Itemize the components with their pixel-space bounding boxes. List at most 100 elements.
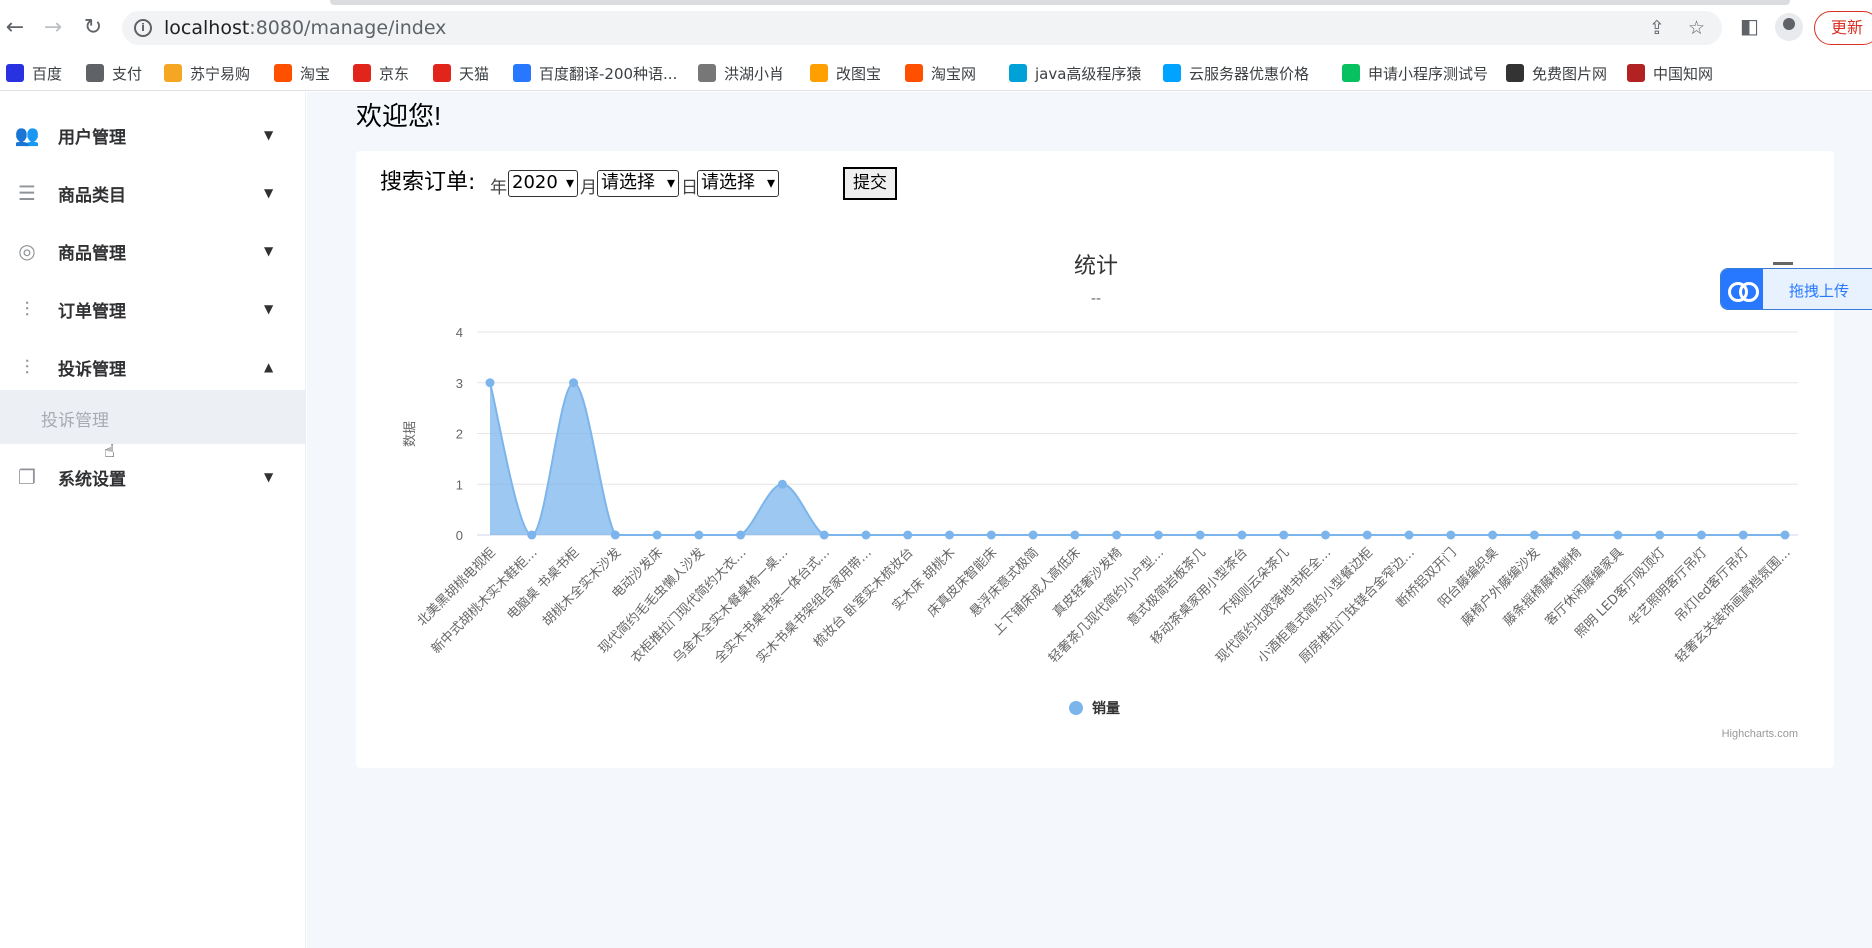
y-tick-label: 4 [456, 325, 463, 340]
bookmark-item[interactable]: 洪湖小肖 [698, 63, 784, 83]
bookmark-item[interactable]: 苏宁易购 [164, 63, 250, 83]
search-orders-label: 搜索订单: [380, 170, 476, 195]
address-url[interactable]: localhost:8080/manage/index [164, 17, 446, 39]
drag-upload-label: 拖拽上传 [1789, 282, 1850, 300]
chevron-down-icon: ▼ [264, 186, 274, 200]
data-point [1404, 530, 1414, 540]
data-point [1362, 530, 1372, 540]
chart-menu-icon[interactable] [1773, 262, 1793, 265]
browser-toolbar: ← → ↻ i localhost:8080/manage/index ⇪ ☆ … [0, 0, 1872, 55]
data-point [1780, 530, 1790, 540]
data-point [1529, 530, 1539, 540]
bookmark-item[interactable]: 支付 [86, 63, 142, 83]
bookmark-item[interactable]: 百度翻译-200种语... [513, 63, 677, 83]
share-icon[interactable]: ⇪ [1649, 17, 1665, 39]
url-path: :8080/manage/index [249, 17, 447, 39]
day-select[interactable]: 请选择 [697, 170, 779, 197]
bookmark-label: java高级程序猿 [1035, 64, 1142, 83]
data-point [1153, 530, 1163, 540]
reload-icon[interactable]: ↻ [78, 12, 108, 42]
bookmark-item[interactable]: 改图宝 [810, 63, 881, 83]
y-tick-label: 3 [456, 376, 463, 391]
chart-credit: Highcharts.com [1722, 728, 1798, 740]
data-point [485, 378, 495, 388]
sidebar-item[interactable]: ⫶ 投诉管理 ▲ [0, 338, 306, 396]
bookmark-label: 洪湖小肖 [724, 64, 785, 83]
month-select[interactable]: 请选择 [597, 170, 679, 197]
profile-avatar[interactable] [1775, 13, 1803, 41]
welcome-heading: 欢迎您! [356, 101, 442, 131]
bookmark-item[interactable]: 百度 [6, 63, 62, 83]
chevron-down-icon: ▼ [264, 244, 274, 258]
day-label: 日 [681, 178, 698, 198]
bookmark-label: 淘宝 [300, 64, 331, 83]
bookmark-label: 云服务器优惠价格 [1189, 64, 1310, 83]
data-point [1655, 530, 1665, 540]
sidebar-item[interactable]: ❐ 系统设置 ▼ [0, 448, 306, 506]
bookmark-label: 百度翻译-200种语... [539, 64, 678, 83]
bookmarks-bar: 百度 支付 苏宁易购 淘宝 京东 天猫 百度翻译-200种语... 洪湖小肖 改图宝 淘宝网 jav… [0, 55, 1872, 91]
sidebar-subitem-complaints[interactable]: 投诉管理 [0, 390, 306, 444]
data-point [903, 530, 913, 540]
bookmark-favicon-icon [353, 64, 371, 82]
legend-label: 销量 [1092, 700, 1120, 717]
data-point [610, 530, 620, 540]
aperture-icon: ◎ [18, 239, 36, 263]
year-label: 年 [490, 178, 507, 198]
bookmark-item[interactable]: 京东 [353, 63, 409, 83]
sidebar-item[interactable]: ☰ 商品类目 ▼ [0, 164, 306, 222]
update-button[interactable]: 更新 [1814, 11, 1872, 45]
list-icon: ☰ [18, 181, 36, 205]
data-point [1613, 530, 1623, 540]
sidebar-item[interactable]: 👥 用户管理 ▼ [0, 106, 306, 164]
data-point [1738, 530, 1748, 540]
year-select[interactable]: 2020 [508, 170, 578, 197]
bookmark-label: 苏宁易购 [190, 64, 251, 83]
address-bar[interactable]: i localhost:8080/manage/index ⇪ ☆ [122, 11, 1722, 45]
data-point [694, 530, 704, 540]
bookmark-item[interactable]: 中国知网 [1627, 63, 1713, 83]
chevron-down-icon: ▼ [264, 302, 274, 316]
bookmark-item[interactable]: 淘宝网 [905, 63, 976, 83]
x-tick-label: 电脑桌 书桌书柜 [504, 545, 582, 623]
tab-strip [330, 0, 1790, 5]
drag-upload-widget[interactable]: 拖拽上传 [1720, 268, 1872, 310]
sidebar-item-label: 系统设置 [58, 469, 126, 490]
series-area [490, 382, 1785, 535]
side-panel-icon[interactable]: ◧ [1740, 14, 1759, 38]
sidebar-item[interactable]: ⫶ 订单管理 ▼ [0, 280, 306, 338]
data-point [736, 530, 746, 540]
sidebar-item-label: 订单管理 [58, 301, 126, 322]
chart-subtitle: -- [1091, 290, 1101, 307]
data-point [1696, 530, 1706, 540]
site-info-icon[interactable]: i [134, 19, 152, 37]
bookmark-favicon-icon [274, 64, 292, 82]
copy-icon: ❐ [18, 465, 36, 489]
data-point [861, 530, 871, 540]
y-axis-label: 数据 [402, 421, 417, 447]
x-tick-label: 藤条摇椅藤椅躺椅 [1500, 545, 1585, 630]
data-point [986, 530, 996, 540]
bookmark-star-icon[interactable]: ☆ [1688, 17, 1705, 39]
bookmark-label: 天猫 [459, 64, 490, 83]
bookmark-item[interactable]: 天猫 [433, 63, 489, 83]
sidebar-item-label: 商品管理 [58, 243, 126, 264]
bookmark-item[interactable]: 免费图片网 [1506, 63, 1607, 83]
bookmark-label: 免费图片网 [1532, 64, 1608, 83]
back-icon[interactable]: ← [0, 12, 30, 42]
bookmark-item[interactable]: java高级程序猿 [1009, 63, 1141, 83]
bookmark-item[interactable]: 云服务器优惠价格 [1163, 63, 1309, 83]
sidebar-item-label: 商品类目 [58, 185, 126, 206]
month-label: 月 [580, 178, 597, 198]
sidebar-subitem-label: 投诉管理 [41, 411, 109, 431]
forward-icon[interactable]: → [38, 12, 68, 42]
submit-button[interactable]: 提交 [843, 167, 897, 200]
bookmark-item[interactable]: 淘宝 [274, 63, 330, 83]
bookmark-favicon-icon [433, 64, 451, 82]
data-point [569, 378, 579, 388]
data-point [1446, 530, 1456, 540]
data-point [1320, 530, 1330, 540]
bookmark-item[interactable]: 申请小程序测试号 [1342, 63, 1488, 83]
sidebar-item[interactable]: ◎ 商品管理 ▼ [0, 222, 306, 280]
x-tick-label: 胡桃木全实木沙发 [539, 545, 624, 630]
